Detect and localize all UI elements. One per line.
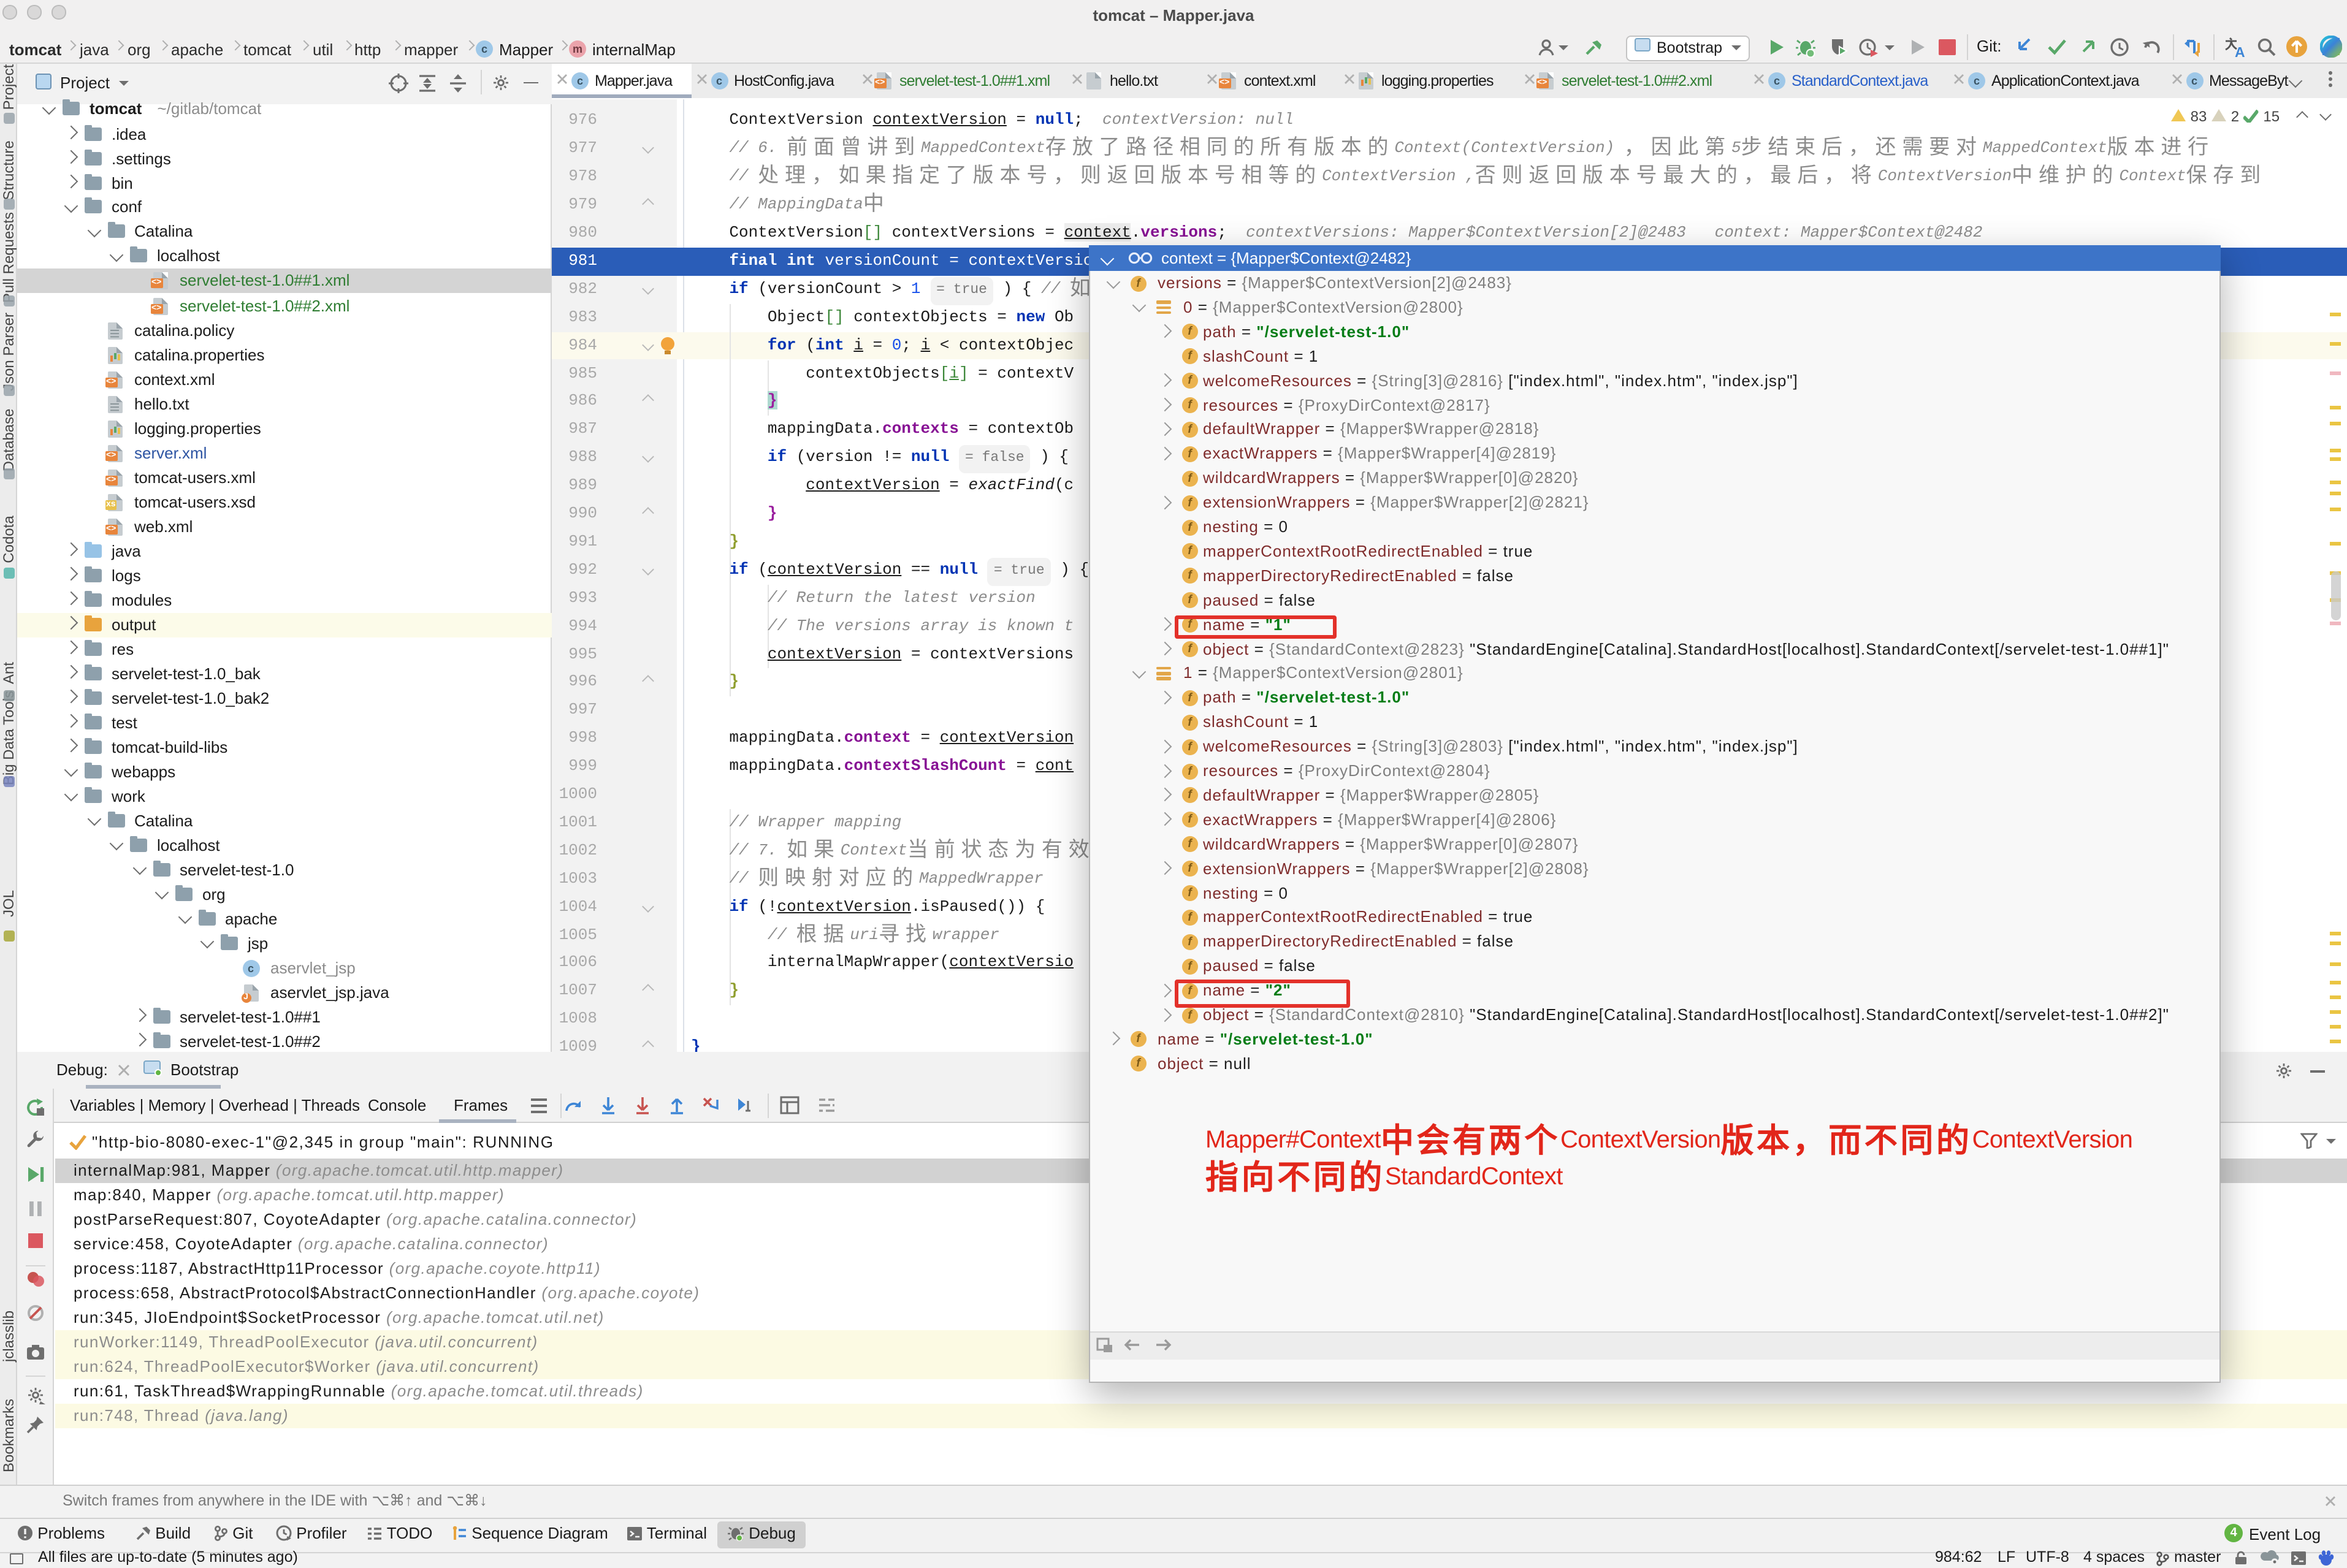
svg-text:A: A (2235, 44, 2245, 58)
